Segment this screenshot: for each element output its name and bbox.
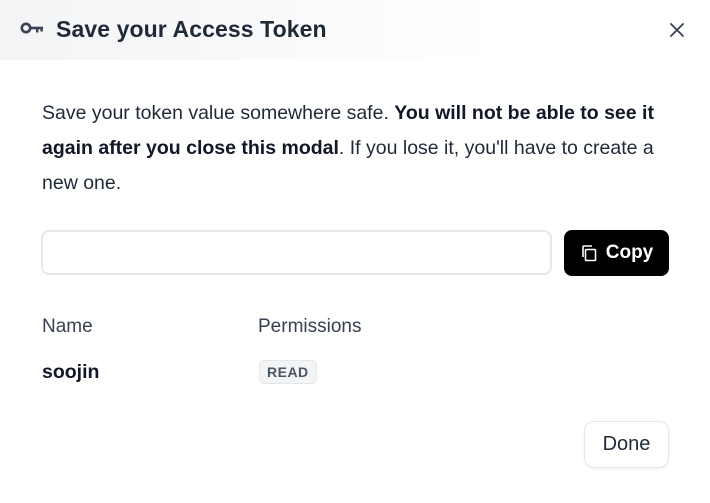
access-token-modal: Save your Access Token Save your token v… [0,0,710,503]
done-button[interactable]: Done [584,421,669,468]
permissions-column-header: Permissions [258,316,362,337]
permission-badge: READ [259,360,317,384]
token-name: soojin [42,361,100,383]
close-icon [670,23,684,37]
key-icon [20,22,43,34]
token-value-input[interactable] [41,230,552,275]
name-column-header: Name [42,316,93,337]
copy-icon [581,245,597,262]
message-text-1: Save your token value somewhere safe. [42,102,395,124]
close-button[interactable] [664,17,690,43]
modal-header: Save your Access Token [0,0,710,60]
modal-title: Save your Access Token [56,16,327,42]
copy-button-label: Copy [605,242,654,263]
warning-message: Save your token value somewhere safe. Yo… [42,96,682,201]
copy-button[interactable]: Copy [564,230,669,276]
